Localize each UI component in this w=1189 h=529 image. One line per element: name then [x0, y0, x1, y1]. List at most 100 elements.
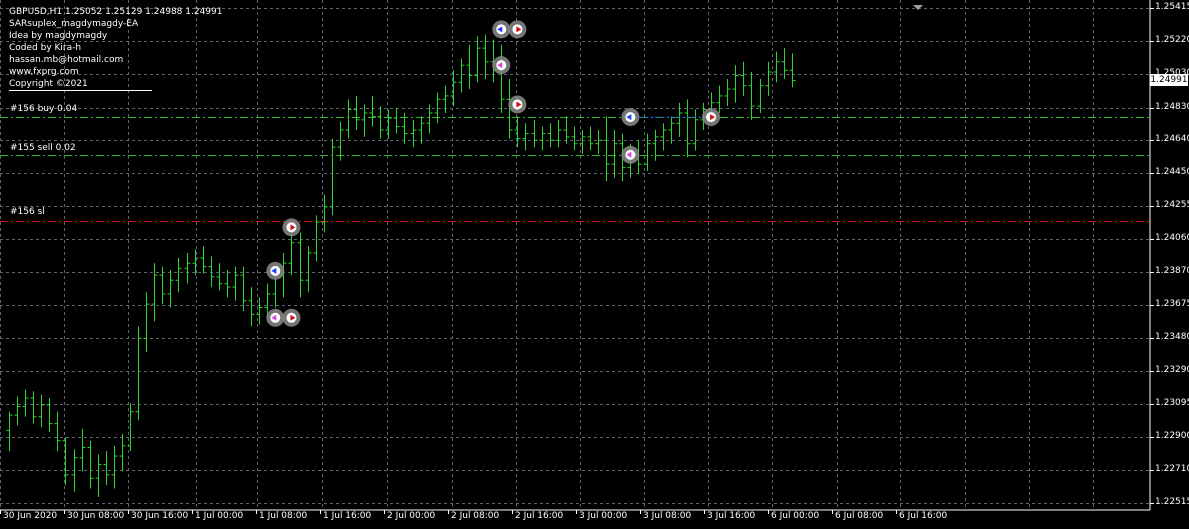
ohlc-bar: [240, 266, 247, 311]
time-axis-label: 2 Jul 16:00: [515, 511, 564, 521]
ohlc-bar: [789, 53, 796, 88]
ohlc-bar: [385, 109, 392, 139]
trade-arrow-icon: [266, 308, 285, 327]
trade-arrow-icon: [266, 261, 285, 280]
ohlc-bar: [676, 102, 683, 137]
price-axis-tick: [1150, 41, 1154, 42]
time-axis-label: 30 Jun 2020: [3, 511, 58, 521]
price-axis-tick: [1150, 503, 1154, 504]
ohlc-bar: [62, 437, 69, 486]
ohlc-bar: [111, 445, 118, 489]
time-axis-tick: [768, 510, 769, 514]
ohlc-bar: [668, 116, 675, 144]
price-axis-tick: [1150, 338, 1154, 339]
price-axis-label: 1.23870: [1155, 265, 1189, 276]
price-axis-tick: [1150, 470, 1154, 471]
ohlc-bar: [119, 433, 126, 472]
ohlc-bar: [175, 258, 182, 293]
ohlc-bar: [660, 123, 667, 151]
ohlc-bar: [522, 123, 529, 151]
price-axis-tick: [1150, 272, 1154, 273]
ohlc-bar: [732, 65, 739, 103]
ohlc-bar: [353, 95, 360, 131]
ea-coder: Coded by Kira-h: [9, 43, 82, 53]
price-axis-label: 1.22710: [1155, 463, 1189, 474]
time-axis-label: 3 Jul 16:00: [707, 511, 756, 521]
ohlc-bar: [79, 428, 86, 472]
ohlc-bar: [184, 252, 191, 284]
ohlc-bar: [539, 126, 546, 151]
ohlc-bar: [748, 72, 755, 120]
ohlc-bar: [393, 107, 400, 134]
price-axis-label: 1.23290: [1155, 364, 1189, 375]
ohlc-bar: [337, 121, 344, 161]
time-axis-tick: [256, 510, 257, 514]
ohlc-bar: [547, 123, 554, 148]
ohlc-bar: [514, 116, 521, 148]
time-axis-label: 6 Jul 08:00: [835, 511, 884, 521]
price-axis-label: 1.23095: [1155, 398, 1189, 408]
ohlc-bar: [135, 326, 142, 421]
time-axis-tick: [64, 510, 65, 514]
price-axis-label: 1.23675: [1155, 299, 1189, 309]
price-axis-label: 1.25415: [1155, 2, 1189, 12]
price-bars: [6, 34, 796, 498]
current-price-label: 1.24991: [1150, 74, 1188, 86]
ohlc-bar: [410, 119, 417, 148]
info-panel: GBPUSD,H1 1.25052 1.25129 1.24988 1.2499…: [9, 6, 222, 91]
ohlc-bar: [369, 95, 376, 127]
time-axis-tick: [704, 510, 705, 514]
price-axis-label: 1.24450: [1155, 166, 1189, 177]
ohlc-bar: [531, 119, 538, 148]
price-axis-tick: [1150, 8, 1154, 9]
time-axis-tick: [512, 510, 513, 514]
ohlc-bar: [458, 58, 465, 93]
ohlc-bar: [87, 440, 94, 489]
price-axis-label: 1.24830: [1155, 101, 1189, 112]
ohlc-bar: [248, 287, 255, 327]
ohlc-bar: [652, 130, 659, 161]
price-axis-label: 1.22515: [1155, 497, 1189, 507]
time-axis-tick: [832, 510, 833, 514]
ohlc-bar: [46, 398, 53, 433]
ohlc-bar: [232, 266, 239, 301]
price-axis-label: 1.24255: [1155, 200, 1189, 210]
trade-arrow-icon: [282, 218, 301, 237]
price-axis-label: 1.22900: [1155, 431, 1189, 442]
time-axis-label: 6 Jul 00:00: [771, 511, 820, 521]
chart-shift-triangle-icon[interactable]: [913, 5, 923, 10]
price-axis-tick: [1150, 108, 1154, 109]
time-axis-tick: [448, 510, 449, 514]
time-axis-tick: [384, 510, 385, 514]
price-axis-label: 1.24640: [1155, 134, 1189, 145]
ohlc-bar: [38, 394, 45, 428]
order-label-sl: #156 sl: [10, 207, 45, 217]
trade-arrow-icon: [282, 308, 301, 327]
ohlc-bar: [474, 36, 481, 83]
ohlc-bar: [345, 99, 352, 139]
symbol-line: GBPUSD,H1 1.25052 1.25129 1.24988 1.2499…: [9, 7, 223, 17]
order-label-buy: #156 buy 0.04: [10, 104, 78, 114]
price-axis-label: 1.25220: [1155, 35, 1189, 46]
price-axis-label: 1.23480: [1155, 332, 1189, 343]
trade-arrow-icon: [508, 95, 527, 114]
ohlc-bar: [30, 391, 37, 424]
price-axis-tick: [1150, 404, 1154, 405]
ohlc-bar: [434, 92, 441, 124]
price-axis-tick: [1150, 371, 1154, 372]
ohlc-bar: [418, 116, 425, 144]
ohlc-bar: [773, 51, 780, 83]
time-axis-label: 30 Jun 08:00: [67, 511, 125, 521]
ohlc-bar: [442, 85, 449, 113]
ohlc-bar: [555, 119, 562, 148]
ohlc-bar: [361, 104, 368, 137]
time-axis-tick: [320, 510, 321, 514]
ohlc-bar: [329, 138, 336, 216]
time-axis-tick: [640, 510, 641, 514]
time-axis-label: 1 Jul 00:00: [195, 511, 244, 521]
time-axis-label: 1 Jul 08:00: [259, 511, 308, 521]
time-axis-tick: [128, 510, 129, 514]
time-axis-tick: [0, 510, 1, 514]
ohlc-bar: [571, 126, 578, 151]
ohlc-bar: [297, 232, 304, 298]
